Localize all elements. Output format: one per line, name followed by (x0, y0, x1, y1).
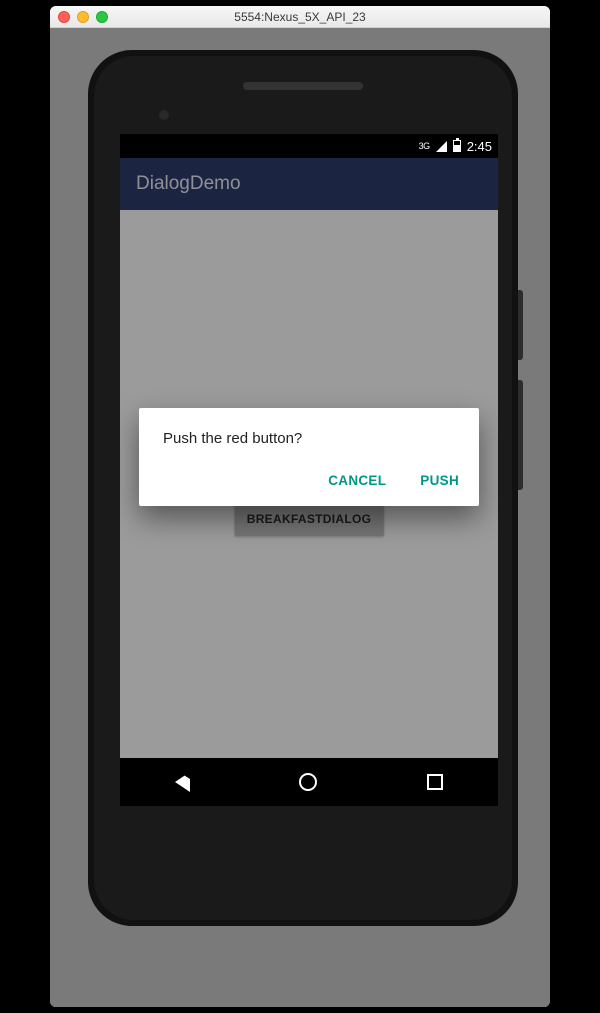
minimize-icon[interactable] (77, 11, 89, 23)
android-statusbar: 3G 2:45 (120, 134, 498, 158)
battery-icon (453, 140, 461, 152)
front-camera-icon (158, 109, 170, 121)
emulator-canvas: 3G 2:45 DialogDemo BREAKFASTDIALOG Push … (50, 28, 550, 1007)
recents-icon[interactable] (427, 774, 443, 790)
device-frame-inner: 3G 2:45 DialogDemo BREAKFASTDIALOG Push … (94, 56, 512, 920)
alert-dialog: Push the red button? CANCEL PUSH (139, 408, 479, 506)
volume-button[interactable] (518, 380, 523, 490)
dialog-actions: CANCEL PUSH (139, 457, 479, 506)
app-title: DialogDemo (136, 173, 241, 195)
device-frame: 3G 2:45 DialogDemo BREAKFASTDIALOG Push … (88, 50, 518, 926)
push-button[interactable]: PUSH (410, 465, 469, 496)
signal-icon (436, 141, 447, 152)
zoom-icon[interactable] (96, 11, 108, 23)
window-controls (58, 11, 108, 23)
network-label: 3G (419, 141, 430, 151)
emulator-window: 5554:Nexus_5X_API_23 3G 2:45 DialogDemo (50, 6, 550, 1007)
back-icon (175, 772, 190, 792)
earpiece-icon (243, 82, 363, 90)
android-navbar (120, 758, 498, 806)
breakfast-dialog-button-label: BREAKFASTDIALOG (247, 512, 372, 526)
close-icon[interactable] (58, 11, 70, 23)
app-bar: DialogDemo (120, 158, 498, 210)
window-title: 5554:Nexus_5X_API_23 (234, 10, 365, 24)
home-icon[interactable] (299, 773, 317, 791)
clock-label: 2:45 (467, 139, 492, 154)
cancel-button[interactable]: CANCEL (318, 465, 396, 496)
device-screen: 3G 2:45 DialogDemo BREAKFASTDIALOG Push … (120, 134, 498, 806)
dialog-message: Push the red button? (139, 408, 479, 457)
power-button[interactable] (518, 290, 523, 360)
breakfast-dialog-button[interactable]: BREAKFASTDIALOG (235, 502, 384, 536)
mac-titlebar[interactable]: 5554:Nexus_5X_API_23 (50, 6, 550, 28)
nav-back-button[interactable] (175, 772, 190, 792)
